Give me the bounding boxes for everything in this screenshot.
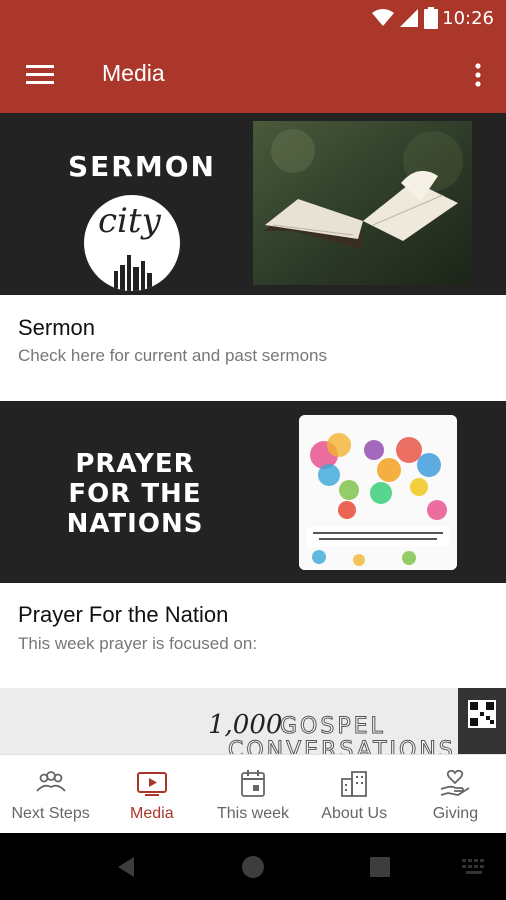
world-map-art — [299, 415, 457, 570]
status-icons — [372, 7, 438, 29]
prayer-title: Prayer For the Nation — [18, 602, 229, 627]
prayer-line-1: PRAYER — [75, 449, 195, 479]
keyboard-icon[interactable] — [461, 858, 489, 878]
nav-next-steps-label: Next Steps — [11, 805, 90, 822]
prayer-banner-heading: PRAYER FOR THE NATIONS — [55, 449, 215, 539]
people-group-icon — [35, 771, 66, 792]
page-title: Media — [102, 60, 165, 86]
recents-square-icon[interactable] — [368, 855, 392, 879]
wifi-icon — [372, 9, 394, 26]
cell-signal-icon — [400, 9, 418, 27]
prayer-card[interactable]: Prayer For the Nation This week prayer i… — [0, 583, 506, 688]
prayer-subtitle: This week prayer is focused on: — [18, 634, 258, 653]
more-vert-icon[interactable] — [468, 58, 488, 92]
nav-media[interactable]: Media — [101, 755, 202, 833]
gospel-banner-word-2: CONVERSATIONS — [228, 738, 456, 755]
gospel-banner-word-1: GOSPEL — [280, 714, 386, 740]
nav-about-us[interactable]: About Us — [304, 755, 405, 833]
nav-this-week-label: This week — [216, 805, 290, 822]
gospel-banner-number: 1,000 — [208, 710, 283, 740]
sermon-title: Sermon — [18, 315, 96, 340]
hamburger-menu-icon[interactable] — [20, 58, 60, 92]
tv-play-icon — [136, 772, 167, 796]
open-bible-photo — [253, 121, 472, 285]
buildings-icon — [341, 771, 368, 797]
status-bar: 10:26 — [0, 0, 506, 38]
city-skyline-icon — [114, 255, 152, 291]
app-bar: Media — [0, 38, 506, 113]
nav-next-steps[interactable]: Next Steps — [0, 755, 101, 833]
nav-about-us-label: About Us — [321, 805, 388, 822]
sermon-banner[interactable]: SERMON city — [0, 113, 506, 295]
system-navigation-bar — [0, 833, 506, 900]
home-circle-icon[interactable] — [241, 855, 265, 879]
qr-code-icon — [458, 688, 506, 754]
nav-this-week[interactable]: This week — [202, 755, 303, 833]
heart-hand-icon — [441, 769, 470, 796]
prayer-line-3: NATIONS — [66, 509, 204, 539]
sermon-city-logo: city — [84, 195, 180, 291]
status-time: 10:26 — [442, 8, 494, 29]
bottom-navigation: Next Steps Media This week About Us Givi… — [0, 754, 506, 833]
sermon-banner-heading: SERMON — [68, 150, 216, 183]
nav-giving[interactable]: Giving — [405, 755, 506, 833]
back-triangle-icon[interactable] — [114, 855, 138, 879]
gospel-banner[interactable]: 1,000 GOSPEL CONVERSATIONS — [0, 688, 506, 754]
nav-giving-label: Giving — [432, 805, 479, 822]
prayer-banner[interactable]: PRAYER FOR THE NATIONS — [0, 401, 506, 583]
sermon-card[interactable]: Sermon Check here for current and past s… — [0, 295, 506, 401]
battery-icon — [424, 7, 438, 29]
sermon-subtitle: Check here for current and past sermons — [18, 346, 327, 365]
prayer-line-2: FOR THE — [68, 479, 202, 509]
calendar-icon — [241, 770, 265, 797]
nav-media-label: Media — [130, 805, 174, 822]
